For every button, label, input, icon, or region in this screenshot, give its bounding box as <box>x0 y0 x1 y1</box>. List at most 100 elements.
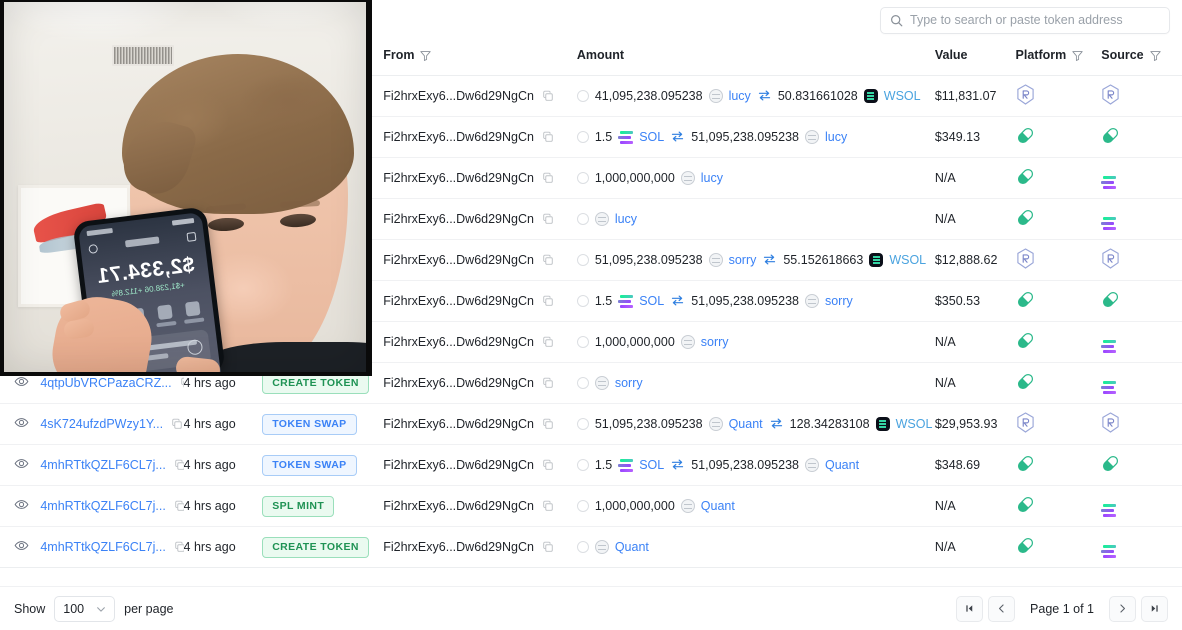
token-in-link[interactable]: lucy <box>701 171 723 185</box>
copy-icon[interactable] <box>542 500 554 512</box>
pumpfun-icon[interactable] <box>1016 126 1035 145</box>
token-in-link[interactable]: lucy <box>729 89 751 103</box>
token-in-link[interactable]: lucy <box>615 212 637 226</box>
row-platform-cell[interactable] <box>1015 526 1102 568</box>
row-source-cell[interactable] <box>1101 157 1182 199</box>
raydium-icon[interactable] <box>1101 84 1120 105</box>
next-page-button[interactable] <box>1109 595 1136 622</box>
copy-icon[interactable] <box>542 254 554 266</box>
pumpfun-icon[interactable] <box>1101 290 1120 309</box>
first-page-button[interactable] <box>956 595 984 622</box>
token-out-link[interactable]: WSOL <box>896 417 933 431</box>
token-in-link[interactable]: sorry <box>701 335 729 349</box>
raydium-icon[interactable] <box>1101 412 1120 433</box>
row-source-cell[interactable] <box>1101 526 1182 568</box>
video-overlay[interactable]: $2,334.71 +$1,238.06 +112.8% <box>0 0 372 376</box>
search-input[interactable] <box>910 13 1160 27</box>
table-row[interactable]: 4mhRTtkQZLF6CL7j... 4 hrs ago TOKEN SWAP Fi… <box>0 444 1182 486</box>
token-in-link[interactable]: Quant <box>729 417 763 431</box>
copy-icon[interactable] <box>542 172 554 184</box>
pumpfun-icon[interactable] <box>1016 208 1035 227</box>
row-platform-cell[interactable] <box>1015 157 1102 199</box>
copy-icon[interactable] <box>174 541 184 553</box>
copy-icon[interactable] <box>542 295 554 307</box>
token-in-link[interactable]: SOL <box>639 458 664 472</box>
row-watch-cell[interactable] <box>0 526 41 568</box>
transaction-type-badge[interactable]: SPL MINT <box>262 495 335 517</box>
row-source-cell[interactable] <box>1101 403 1182 445</box>
row-signature-cell[interactable]: 4sK724ufzdPWzy1Y... <box>40 403 184 445</box>
token-out-link[interactable]: WSOL <box>889 253 926 267</box>
row-platform-cell[interactable] <box>1015 198 1102 240</box>
pumpfun-icon[interactable] <box>1101 454 1120 473</box>
row-source-cell[interactable] <box>1101 485 1182 527</box>
row-source-cell[interactable] <box>1101 239 1182 281</box>
row-from-cell[interactable]: Fi2hrxExy6...Dw6d29NgCn <box>383 485 577 527</box>
row-type-cell[interactable]: SPL MINT <box>262 485 384 527</box>
filter-icon[interactable] <box>1149 50 1161 61</box>
raydium-icon[interactable] <box>1016 412 1035 433</box>
transaction-type-badge[interactable]: TOKEN SWAP <box>262 413 357 435</box>
table-row[interactable]: 4mhRTtkQZLF6CL7j... 4 hrs ago CREATE TOKEN… <box>0 526 1182 568</box>
row-type-cell[interactable]: TOKEN SWAP <box>262 403 384 445</box>
copy-icon[interactable] <box>174 459 184 471</box>
row-watch-cell[interactable] <box>0 444 41 486</box>
row-from-cell[interactable]: Fi2hrxExy6...Dw6d29NgCn <box>383 321 577 363</box>
transaction-signature-link[interactable]: 4sK724ufzdPWzy1Y... <box>40 417 163 431</box>
pumpfun-icon[interactable] <box>1016 372 1035 391</box>
token-in-link[interactable]: SOL <box>639 130 664 144</box>
row-source-cell[interactable] <box>1101 116 1182 158</box>
copy-icon[interactable] <box>180 377 184 389</box>
token-in-link[interactable]: SOL <box>639 294 664 308</box>
pumpfun-icon[interactable] <box>1016 495 1035 514</box>
pumpfun-icon[interactable] <box>1101 126 1120 145</box>
filter-icon[interactable] <box>1072 50 1083 61</box>
pumpfun-icon[interactable] <box>1016 454 1035 473</box>
search-box[interactable] <box>880 6 1170 34</box>
raydium-icon[interactable] <box>1101 248 1120 269</box>
per-page-select[interactable]: 100 <box>54 595 116 622</box>
last-page-button[interactable] <box>1141 595 1168 622</box>
row-from-cell[interactable]: Fi2hrxExy6...Dw6d29NgCn <box>383 280 577 322</box>
token-out-link[interactable]: lucy <box>825 130 847 144</box>
row-watch-cell[interactable] <box>0 403 41 445</box>
header-from[interactable]: From <box>383 40 577 76</box>
row-platform-cell[interactable] <box>1015 280 1102 322</box>
copy-icon[interactable] <box>542 541 554 553</box>
pumpfun-icon[interactable] <box>1016 331 1035 350</box>
transaction-type-badge[interactable]: TOKEN SWAP <box>262 454 357 476</box>
watch-eye-icon[interactable] <box>14 497 29 512</box>
table-row[interactable]: 4sK724ufzdPWzy1Y... 4 hrs ago TOKEN SWAP Fi… <box>0 403 1182 445</box>
row-signature-cell[interactable]: 4mhRTtkQZLF6CL7j... <box>40 444 184 486</box>
row-from-cell[interactable]: Fi2hrxExy6...Dw6d29NgCn <box>383 75 577 117</box>
previous-page-button[interactable] <box>988 595 1016 622</box>
row-source-cell[interactable] <box>1101 280 1182 322</box>
filter-icon[interactable] <box>420 50 432 61</box>
watch-eye-icon[interactable] <box>14 538 29 553</box>
row-platform-cell[interactable] <box>1015 362 1102 404</box>
row-source-cell[interactable] <box>1101 198 1182 240</box>
transaction-signature-link[interactable]: 4mhRTtkQZLF6CL7j... <box>40 540 166 554</box>
copy-icon[interactable] <box>174 500 184 512</box>
transaction-type-badge[interactable]: CREATE TOKEN <box>262 536 369 558</box>
row-from-cell[interactable]: Fi2hrxExy6...Dw6d29NgCn <box>383 198 577 240</box>
copy-icon[interactable] <box>542 377 554 389</box>
copy-icon[interactable] <box>542 418 554 430</box>
pumpfun-icon[interactable] <box>1016 290 1035 309</box>
raydium-icon[interactable] <box>1016 84 1035 105</box>
row-platform-cell[interactable] <box>1015 116 1102 158</box>
row-signature-cell[interactable]: 4mhRTtkQZLF6CL7j... <box>40 485 184 527</box>
header-source[interactable]: Source <box>1101 40 1182 76</box>
token-out-link[interactable]: sorry <box>825 294 853 308</box>
row-source-cell[interactable] <box>1101 362 1182 404</box>
token-out-link[interactable]: Quant <box>825 458 859 472</box>
token-out-link[interactable]: WSOL <box>884 89 921 103</box>
row-platform-cell[interactable] <box>1015 321 1102 363</box>
header-platform[interactable]: Platform <box>1015 40 1102 76</box>
transaction-signature-link[interactable]: 4qtpUbVRCPazaCRZ... <box>40 376 171 390</box>
token-in-link[interactable]: Quant <box>615 540 649 554</box>
copy-icon[interactable] <box>542 90 554 102</box>
token-in-link[interactable]: Quant <box>701 499 735 513</box>
row-from-cell[interactable]: Fi2hrxExy6...Dw6d29NgCn <box>383 362 577 404</box>
row-source-cell[interactable] <box>1101 444 1182 486</box>
